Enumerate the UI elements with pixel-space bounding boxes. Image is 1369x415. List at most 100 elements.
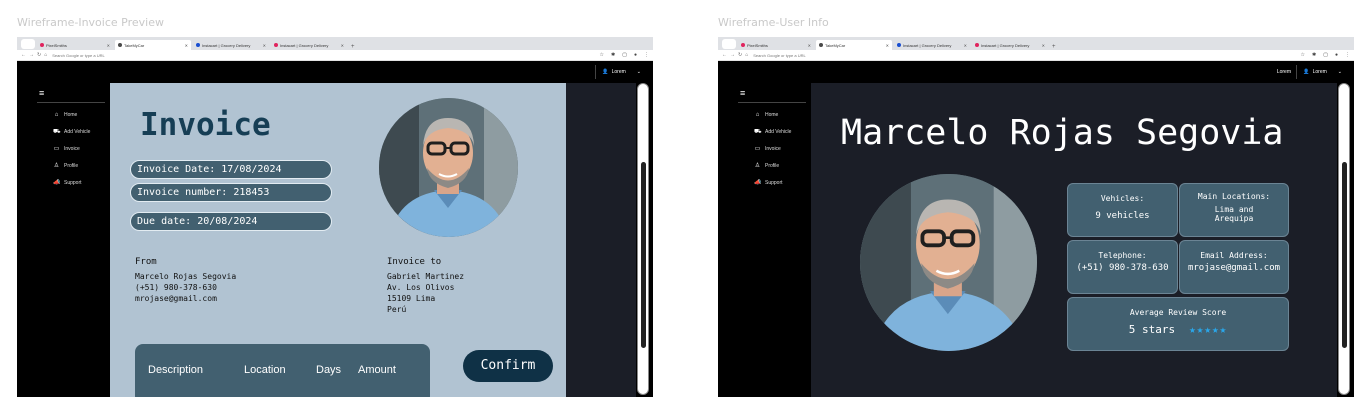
top-link[interactable]: Lorem [1277, 69, 1291, 75]
tab-favicon-icon [274, 43, 278, 47]
home-button-icon[interactable]: ⌂ [745, 52, 748, 58]
scrollbar-thumb[interactable] [641, 162, 646, 348]
browser-tab-blank[interactable] [722, 39, 736, 49]
sidebar-divider [738, 102, 806, 103]
sidebar-item-invoice[interactable]: ▭ Invoice [754, 145, 791, 153]
user-icon: 👤 [602, 69, 609, 75]
sidepanel-icon[interactable]: ▢ [1323, 52, 1328, 58]
close-tab-icon[interactable]: ✕ [185, 43, 188, 48]
browser-tab-active[interactable]: TakeMyCar ✕ [816, 40, 892, 50]
user-icon: ♙ [754, 163, 761, 169]
address-bar: ← → ↻ ⌂ Search Google or type a URL ☆ ✱ … [17, 50, 653, 61]
sidebar-item-add-vehicle[interactable]: ⛟ Add Vehicle [754, 128, 791, 135]
locations-label: Main Locations: [1197, 192, 1271, 201]
menu-dots-icon[interactable]: ⋮ [644, 52, 649, 58]
folder-icon: ▭ [53, 146, 60, 152]
user-icon: ♙ [53, 163, 60, 169]
url-input[interactable]: Search Google or type a URL [52, 53, 104, 58]
browser-tab[interactable]: Instacart | Grocery Delivery ✕ [193, 40, 269, 50]
extensions-icon[interactable]: ✱ [611, 52, 615, 58]
email-value: mrojase@gmail.com [1187, 263, 1281, 273]
sidebar-item-support[interactable]: 📣 Support [754, 179, 791, 187]
home-button-icon[interactable]: ⌂ [44, 52, 47, 58]
browser-tab[interactable]: PixelSmiths ✕ [738, 40, 814, 50]
user-menu[interactable]: 👤 Lorem ⌄ [595, 65, 641, 79]
telephone-card: Telephone: (+51) 980-378-630 [1067, 240, 1178, 294]
email-label: Email Address: [1200, 251, 1268, 260]
avatar [860, 174, 1037, 351]
close-tab-icon[interactable]: ✕ [107, 43, 110, 48]
user-menu[interactable]: 👤 Lorem ⌄ [1296, 65, 1342, 79]
close-tab-icon[interactable]: ✕ [886, 43, 889, 48]
invoice-panel: Invoice Invoice Date: 17/08/2024 Invoice… [110, 83, 566, 397]
close-tab-icon[interactable]: ✕ [1042, 43, 1045, 48]
user-info-panel: Marcelo Rojas Segovia Vehicles: 9 vehicl… [811, 83, 1337, 397]
top-bar: 👤 Lorem ⌄ [17, 61, 653, 83]
bookmark-star-icon[interactable]: ☆ [1301, 52, 1305, 58]
tab-favicon-icon [975, 43, 979, 47]
reload-icon[interactable]: ↻ [738, 52, 742, 58]
scrollbar[interactable] [637, 83, 649, 395]
browser-tab-blank[interactable] [21, 39, 35, 49]
telephone-value: (+51) 980-378-630 [1076, 263, 1169, 273]
browser-tab-active[interactable]: TakeMyCar ✕ [115, 40, 191, 50]
folder-icon: ▭ [754, 146, 761, 152]
review-score-card: Average Review Score 5 stars ★★★★★ [1067, 297, 1289, 351]
forward-icon[interactable]: → [29, 52, 34, 58]
page-title: Marcelo Rojas Segovia [841, 113, 1284, 153]
scrollbar-thumb[interactable] [1342, 162, 1347, 348]
browser-tab[interactable]: Instacart | Grocery Delivery ✕ [972, 40, 1048, 50]
megaphone-icon: 📣 [53, 180, 61, 186]
forward-icon[interactable]: → [730, 52, 735, 58]
hamburger-menu-icon[interactable]: ≡ [740, 88, 745, 98]
bookmark-star-icon[interactable]: ☆ [600, 52, 604, 58]
invoice-to-label: Invoice to [387, 257, 442, 267]
close-tab-icon[interactable]: ✕ [964, 43, 967, 48]
invoice-number-field: Invoice number: 218453 [130, 183, 332, 202]
column-description: Description [148, 364, 204, 376]
profile-icon[interactable]: ● [634, 52, 637, 58]
browser-tab[interactable]: PixelSmiths ✕ [37, 40, 113, 50]
sidebar-divider [37, 102, 105, 103]
back-icon[interactable]: ← [21, 52, 26, 58]
sidebar-item-invoice[interactable]: ▭ Invoice [53, 145, 90, 153]
sidebar-item-home[interactable]: ⌂ Home [754, 111, 791, 118]
tab-favicon-icon [196, 43, 200, 47]
invoice-date-field: Invoice Date: 17/08/2024 [130, 160, 332, 179]
browser-tab[interactable]: Instacart | Grocery Delivery ✕ [271, 40, 347, 50]
app-window: 👤 Lorem ⌄ ≡ ⌂ Home ⛟ Add Vehicle ▭ Invoice … [17, 61, 653, 397]
column-days: Days [316, 364, 342, 376]
scrollbar[interactable] [1338, 83, 1350, 395]
browser-tab-bar: PixelSmiths ✕ TakeMyCar ✕ Instacart | Groc… [17, 37, 653, 50]
confirm-button[interactable]: Confirm [463, 350, 553, 382]
extensions-icon[interactable]: ✱ [1312, 52, 1316, 58]
sidebar-item-profile[interactable]: ♙ Profile [53, 162, 90, 170]
car-icon: ⛟ [754, 128, 762, 135]
reload-icon[interactable]: ↻ [37, 52, 41, 58]
to-city: 15109 Lima [387, 294, 436, 303]
close-tab-icon[interactable]: ✕ [808, 43, 811, 48]
close-tab-icon[interactable]: ✕ [341, 43, 344, 48]
to-name: Gabriel Martinez [387, 272, 465, 281]
sidebar-item-profile[interactable]: ♙ Profile [754, 162, 791, 170]
sidebar-item-home[interactable]: ⌂ Home [53, 111, 90, 118]
browser-tab[interactable]: Instacart | Grocery Delivery ✕ [894, 40, 970, 50]
close-tab-icon[interactable]: ✕ [263, 43, 266, 48]
profile-icon[interactable]: ● [1335, 52, 1338, 58]
sidebar-item-support[interactable]: 📣 Support [53, 179, 90, 187]
to-country: Perú [387, 305, 407, 314]
menu-dots-icon[interactable]: ⋮ [1345, 52, 1350, 58]
url-input[interactable]: Search Google or type a URL [753, 53, 805, 58]
vehicles-label: Vehicles: [1100, 194, 1145, 203]
sidebar: ≡ ⌂ Home ⛟ Add Vehicle ▭ Invoice ♙ Profile 📣… [718, 83, 810, 397]
car-icon: ⛟ [53, 128, 61, 135]
tab-favicon-icon [118, 43, 122, 47]
locations-value-line-2: Arequipa [1214, 214, 1254, 223]
back-icon[interactable]: ← [722, 52, 727, 58]
hamburger-menu-icon[interactable]: ≡ [39, 88, 44, 98]
sidepanel-icon[interactable]: ▢ [622, 52, 627, 58]
from-name: Marcelo Rojas Segovia [135, 272, 237, 281]
from-email: mrojase@gmail.com [135, 294, 217, 303]
user-info-frame: PixelSmiths ✕ TakeMyCar ✕ Instacart | Groc… [718, 37, 1354, 397]
sidebar-item-add-vehicle[interactable]: ⛟ Add Vehicle [53, 128, 90, 135]
